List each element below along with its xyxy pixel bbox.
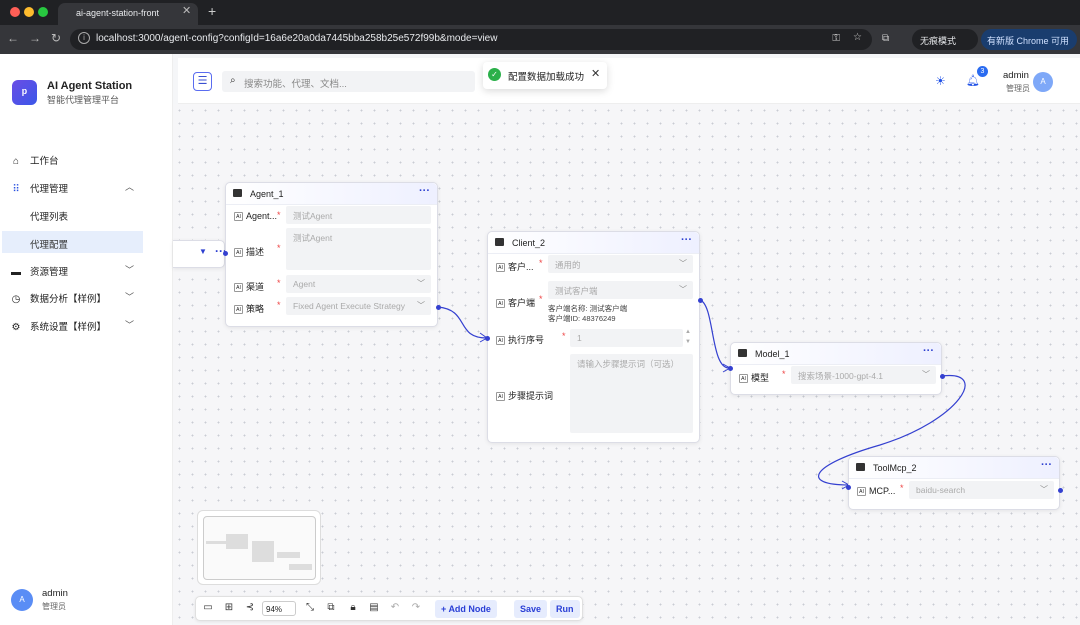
mcp-select[interactable]: baidu-search ﹀	[909, 481, 1054, 499]
toolmcp-node[interactable]: ToolMcp_2 ··· AI MCP... * baidu-search ﹀	[846, 456, 1063, 510]
more-icon[interactable]: ···	[1041, 459, 1052, 471]
more-icon[interactable]: ···	[419, 185, 430, 197]
minimap-viewport[interactable]	[203, 516, 316, 580]
agent-node[interactable]: Agent_1 ··· AI Agent... * 测试Agent AI 描述 * 测试A…	[223, 182, 441, 327]
node-header: Model_1 ···	[731, 343, 941, 365]
field-label: AI 描述	[234, 245, 264, 258]
more-icon[interactable]: ···	[681, 234, 692, 246]
redo-icon[interactable]: ↷	[409, 602, 423, 613]
canvas-toolbar: ▭ ⊞ ⊰ 94% ⤡ ⧉ 🔒︎ ▤ ↶ ↷ + Add Node Save R…	[195, 596, 583, 621]
output-port[interactable]	[940, 374, 945, 379]
field-label: AI 步骤提示词	[496, 389, 553, 402]
model-node[interactable]: Model_1 ··· AI 模型 * 搜索场景-1000-gpt-4.1 ﹀	[728, 342, 945, 395]
edge-client-model[interactable]	[699, 299, 731, 369]
comment-icon[interactable]: ▤	[367, 602, 381, 613]
input-port[interactable]	[223, 251, 228, 256]
run-button[interactable]: Run	[550, 600, 580, 618]
client-node[interactable]: Client_2 ··· AI 客户... * 通用的 ﹀ AI 客户端 * 测试客户端 ﹀ …	[485, 231, 703, 443]
field-label: AI 渠道	[234, 280, 264, 293]
terminal-icon	[856, 463, 865, 471]
field-label: AI MCP...	[857, 486, 895, 497]
chevron-down-icon: ﹀	[417, 301, 425, 310]
input-port[interactable]	[728, 366, 733, 371]
minimap-node	[277, 552, 300, 558]
fit-view-icon[interactable]: ▭	[201, 602, 215, 613]
strategy-select[interactable]: Fixed Agent Execute Strategy ﹀	[286, 297, 431, 315]
lock-icon[interactable]: 🔒︎	[346, 602, 360, 613]
minimap-node	[206, 541, 226, 544]
output-port[interactable]	[1058, 488, 1063, 493]
field-label: AI 客户端	[496, 296, 535, 309]
client-id-info: 客户端ID: 48376249	[548, 314, 616, 323]
channel-select[interactable]: Agent ﹀	[286, 275, 431, 293]
model-select[interactable]: 搜索场景-1000-gpt-4.1 ﹀	[791, 366, 936, 384]
field-label: AI 客户...	[496, 260, 534, 273]
minimap-node	[289, 564, 312, 570]
output-port[interactable]	[436, 305, 441, 310]
zoom-level[interactable]: 94%	[262, 601, 296, 616]
chevron-down-icon: ﹀	[679, 259, 687, 268]
agent-desc-field[interactable]: 测试Agent	[286, 228, 431, 270]
client-select[interactable]: 测试客户端 ﹀	[548, 281, 693, 299]
expand-icon[interactable]: ⤡	[303, 602, 317, 613]
partial-node[interactable]: ▼ ···	[173, 240, 227, 268]
caret-down-icon: ▼	[199, 247, 207, 256]
grid-layout-icon[interactable]: ⊞	[222, 602, 236, 613]
step-prompt-field[interactable]: 请输入步骤提示词（可选）	[570, 354, 693, 433]
field-label: AI 执行序号	[496, 333, 544, 346]
field-label: AI Agent...	[234, 211, 277, 222]
node-title: Client_2	[512, 238, 546, 248]
save-button[interactable]: Save	[514, 600, 548, 618]
node-title: ToolMcp_2	[873, 463, 917, 473]
field-label: AI 策略	[234, 302, 264, 315]
input-port[interactable]	[846, 485, 851, 490]
stepper-down-icon[interactable]: ▼	[685, 339, 691, 345]
chevron-down-icon: ﹀	[1040, 485, 1048, 494]
minimap[interactable]	[197, 510, 321, 585]
screenshot-icon[interactable]: ⧉	[324, 602, 338, 613]
output-port[interactable]	[698, 298, 703, 303]
client-type-select[interactable]: 通用的 ﹀	[548, 255, 693, 273]
minimap-node	[252, 541, 274, 562]
more-icon[interactable]: ···	[923, 345, 934, 357]
connect-icon[interactable]: ⊰	[243, 602, 257, 613]
chevron-down-icon: ﹀	[417, 279, 425, 288]
node-header: Client_2 ···	[488, 232, 699, 254]
chevron-down-icon: ﹀	[679, 285, 687, 294]
node-header: ToolMcp_2 ···	[849, 457, 1059, 479]
edge-agent-client[interactable]	[437, 306, 488, 339]
minimap-node	[226, 534, 248, 549]
input-port[interactable]	[485, 336, 490, 341]
node-title: Model_1	[755, 349, 790, 359]
node-title: Agent_1	[250, 189, 284, 199]
chevron-down-icon: ﹀	[922, 370, 930, 379]
field-label: AI 模型	[739, 371, 769, 384]
undo-icon[interactable]: ↶	[388, 602, 402, 613]
terminal-icon	[738, 349, 747, 357]
add-node-button[interactable]: + Add Node	[435, 600, 497, 618]
node-header: Agent_1 ···	[226, 183, 437, 205]
agent-name-field[interactable]: 测试Agent	[286, 206, 431, 224]
sequence-stepper[interactable]: 1	[570, 329, 683, 347]
stepper-up-icon[interactable]: ▲	[685, 329, 691, 335]
terminal-icon	[495, 238, 504, 246]
robot-icon	[233, 189, 242, 197]
